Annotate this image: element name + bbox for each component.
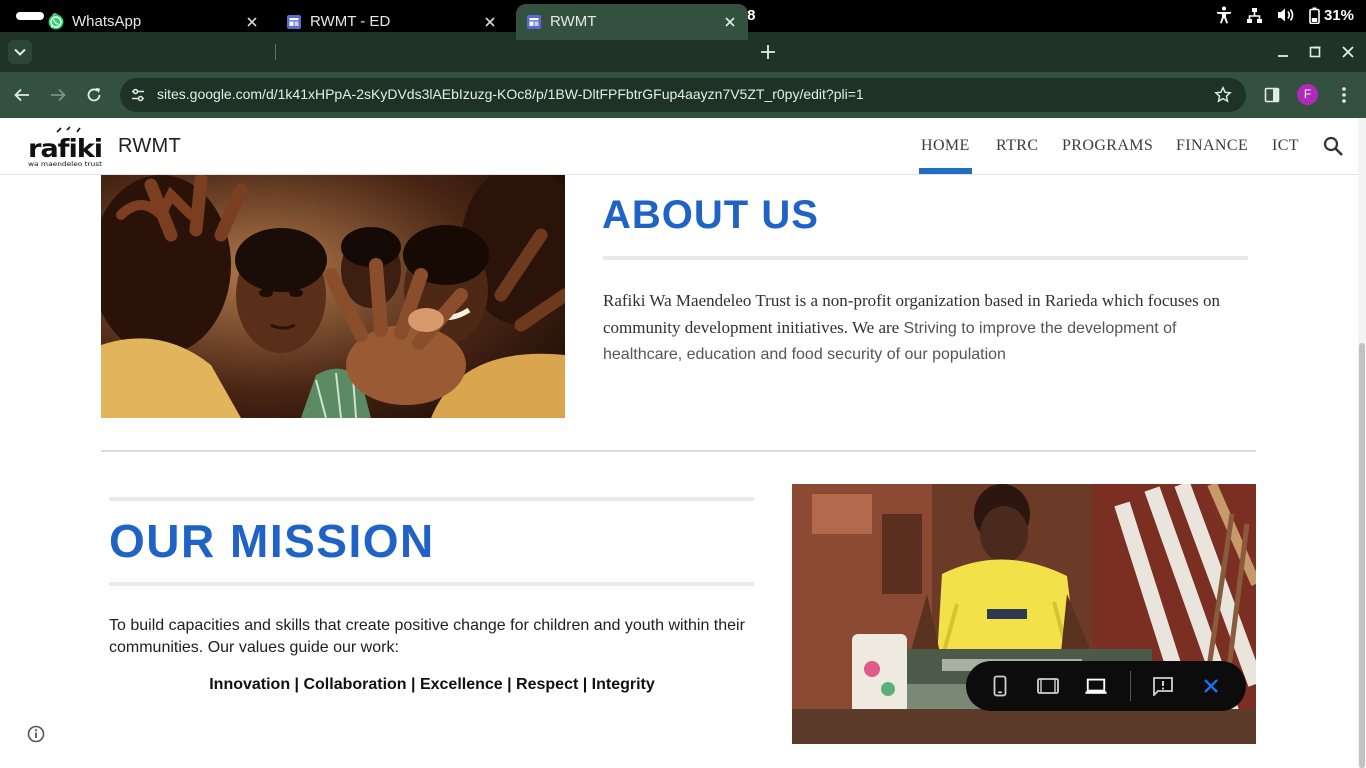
browser-toolbar: sites.google.com/d/1k41xHPpA-2sKyDVds3lA… [0,72,1366,118]
google-sites-icon [527,15,541,29]
google-sites-icon [287,15,301,29]
minimize-icon[interactable] [1273,42,1293,62]
back-arrow-icon [14,88,29,102]
new-tab-icon[interactable] [758,42,778,62]
system-tray[interactable]: 31% [1216,6,1354,24]
maximize-icon[interactable] [1305,42,1325,62]
tab-rwmt[interactable]: RWMT [516,4,748,40]
tab-separator [275,44,276,60]
screen: Tue Mar 12 09:55:58 31% WhatsApp RWMT - … [0,0,1366,768]
svg-text:rafiki: rafiki [28,134,102,163]
close-window-icon[interactable] [1338,42,1358,62]
nav-ict[interactable]: ICT [1272,137,1299,155]
site-header: rafiki wa maendeleo trust RWMT HOME RTRC… [0,118,1358,175]
scrollbar-thumb[interactable] [1359,343,1365,768]
tab-title: WhatsApp [72,13,142,30]
more-vert-icon [1342,87,1346,103]
bookmark-star-icon[interactable] [1214,86,1232,104]
close-preview-button[interactable] [1200,675,1222,697]
nav-home[interactable]: HOME [921,137,970,155]
whatsapp-icon [48,14,64,30]
back-button[interactable] [11,84,33,106]
phone-icon [993,675,1007,697]
mission-description: To build capacities and skills that crea… [109,617,745,656]
nav-rtrc[interactable]: RTRC [996,137,1038,155]
tablet-icon [1037,678,1059,694]
tab-title: RWMT - ED [310,13,391,30]
page-scrollbar[interactable] [1358,118,1366,768]
volume-icon [1277,8,1294,22]
rafiki-logo[interactable]: rafiki wa maendeleo trust [27,126,105,168]
reload-icon [87,88,101,102]
active-nav-indicator [919,168,972,174]
tab-rwmt-ed[interactable]: RWMT - ED [276,4,508,40]
site-title[interactable]: RWMT [118,135,181,158]
side-panel-icon [1264,87,1280,103]
address-bar[interactable]: sites.google.com/d/1k41xHPpA-2sKyDVds3lA… [120,78,1246,112]
laptop-preview-button[interactable] [1085,675,1107,697]
info-icon[interactable] [26,724,46,744]
about-rule [603,256,1248,260]
side-panel-button[interactable] [1261,84,1283,106]
report-issue-button[interactable] [1152,675,1174,697]
nav-finance[interactable]: FINANCE [1176,137,1248,155]
toolbar-separator [1130,671,1131,701]
about-heading: ABOUT US [602,193,819,237]
tab-whatsapp[interactable]: WhatsApp [38,4,270,40]
network-icon [1246,7,1262,23]
accessibility-icon [1216,6,1231,24]
forward-button[interactable] [47,84,69,106]
search-icon[interactable] [1322,135,1344,157]
chevron-down-icon [14,48,26,56]
section-divider [101,450,1256,452]
forward-arrow-icon [51,88,66,102]
preview-toolbar [966,661,1246,711]
browser-menu-button[interactable] [1333,84,1355,106]
mission-rule-top [109,497,754,501]
tab-title: RWMT [550,13,597,30]
profile-avatar[interactable]: F [1297,84,1318,105]
url-text[interactable]: sites.google.com/d/1k41xHPpA-2sKyDVds3lA… [157,86,864,102]
close-tab-icon[interactable] [482,14,498,30]
close-icon [1204,679,1218,693]
feedback-icon [1153,677,1173,696]
tablet-preview-button[interactable] [1037,675,1059,697]
close-tab-icon[interactable] [722,14,738,30]
reload-button[interactable] [83,84,105,106]
close-tab-icon[interactable] [244,14,260,30]
svg-text:wa maendeleo trust: wa maendeleo trust [28,161,103,168]
about-description: Rafiki Wa Maendeleo Trust is a non-profi… [603,288,1253,368]
phone-preview-button[interactable] [989,675,1011,697]
nav-programs[interactable]: PROGRAMS [1062,137,1153,155]
laptop-icon [1085,678,1107,694]
battery-percentage: 31% [1323,6,1354,24]
values-line: Innovation | Collaboration | Excellence … [209,676,655,693]
children-photo [101,175,565,418]
tab-search-button[interactable] [8,40,32,64]
battery-icon [1309,7,1320,24]
mission-heading: OUR MISSION [109,515,435,567]
site-info-icon[interactable] [130,87,146,103]
mission-rule-bottom [109,582,754,586]
